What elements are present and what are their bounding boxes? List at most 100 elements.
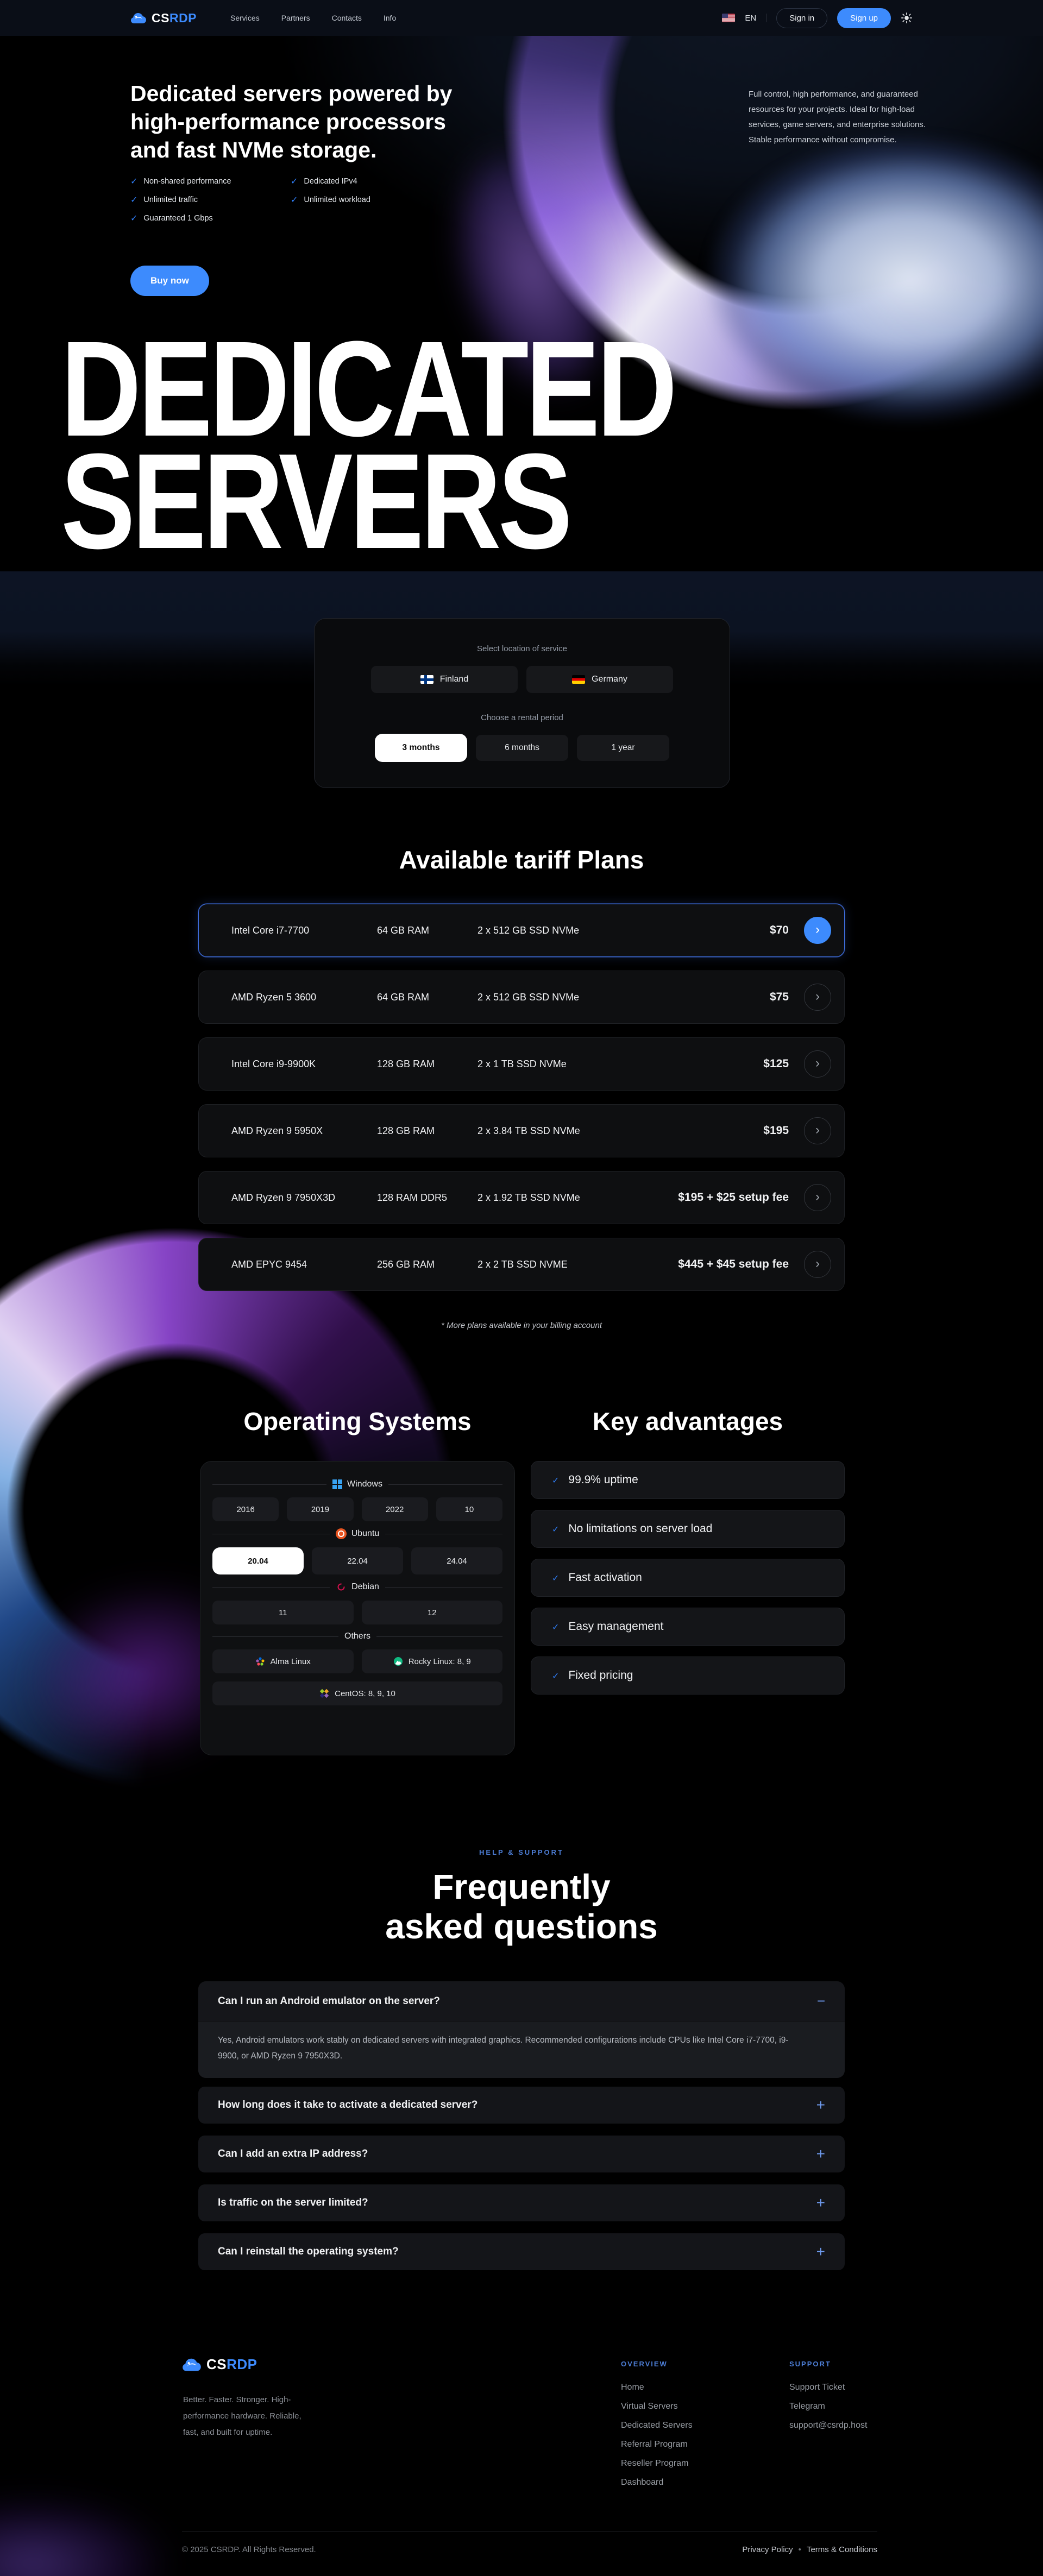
advantages-list: ✓99.9% uptime ✓No limitations on server … xyxy=(531,1461,845,1705)
plan-cpu: AMD EPYC 9454 xyxy=(231,1259,377,1270)
debian-version-buttons: 11 12 xyxy=(212,1601,502,1624)
footer-link-virtual-servers[interactable]: Virtual Servers xyxy=(621,2402,693,2411)
sign-up-button[interactable]: Sign up xyxy=(837,8,891,28)
brand-name: CSRDP xyxy=(152,11,197,26)
collapse-minus-icon[interactable]: − xyxy=(817,1993,825,2010)
hero-feature-list: ✓Non-shared performance ✓Unlimited traff… xyxy=(130,176,451,223)
footer-column-title: OVERVIEW xyxy=(621,2360,693,2368)
footer-link-telegram[interactable]: Telegram xyxy=(789,2402,867,2411)
plan-row[interactable]: AMD Ryzen 9 7950X3D 128 RAM DDR5 2 x 1.9… xyxy=(198,1171,845,1224)
chevron-right-icon: › xyxy=(815,989,820,1004)
location-germany-button[interactable]: Germany xyxy=(526,666,673,693)
tariff-plans-list: Intel Core i7-7700 64 GB RAM 2 x 512 GB … xyxy=(198,904,845,1305)
sign-in-button[interactable]: Sign in xyxy=(776,8,827,28)
faq-question[interactable]: How long does it take to activate a dedi… xyxy=(198,2087,845,2124)
top-navigation-bar: CSRDP Services Partners Contacts Info EN… xyxy=(0,0,1043,36)
ubuntu-group-label: Ubuntu xyxy=(212,1528,502,1539)
plan-price: $195 + $25 setup fee xyxy=(678,1191,789,1204)
buy-now-button[interactable]: Buy now xyxy=(130,266,209,296)
footer-link-dedicated-servers[interactable]: Dedicated Servers xyxy=(621,2421,693,2430)
footer-logo[interactable]: CSRDP xyxy=(182,2356,257,2373)
plan-ram: 128 RAM DDR5 xyxy=(377,1192,477,1204)
os-windows-2019-button[interactable]: 2019 xyxy=(287,1497,353,1521)
os-rocky-linux-button[interactable]: Rocky Linux: 8, 9 xyxy=(362,1649,503,1673)
plan-cpu: Intel Core i9-9900K xyxy=(231,1059,377,1070)
language-selector[interactable]: EN xyxy=(745,14,756,23)
ubuntu-icon xyxy=(336,1528,347,1539)
plan-order-button[interactable]: › xyxy=(804,1184,831,1211)
terms-conditions-link[interactable]: Terms & Conditions xyxy=(807,2545,877,2554)
plan-storage: 2 x 512 GB SSD NVMe xyxy=(477,925,770,936)
check-icon: ✓ xyxy=(130,194,137,205)
nav-services[interactable]: Services xyxy=(230,14,260,22)
theme-toggle-sun-icon[interactable] xyxy=(901,12,913,24)
privacy-policy-link[interactable]: Privacy Policy xyxy=(742,2545,793,2554)
hero-heading: Dedicated servers powered by high-perfor… xyxy=(130,79,452,164)
plan-row[interactable]: Intel Core i9-9900K 128 GB RAM 2 x 1 TB … xyxy=(198,1037,845,1091)
plan-row[interactable]: AMD Ryzen 9 5950X 128 GB RAM 2 x 3.84 TB… xyxy=(198,1104,845,1157)
advantage-item: ✓Easy management xyxy=(531,1608,845,1646)
nav-contacts[interactable]: Contacts xyxy=(332,14,362,22)
plan-ram: 128 GB RAM xyxy=(377,1059,477,1070)
period-1-year-button[interactable]: 1 year xyxy=(577,735,669,761)
check-icon: ✓ xyxy=(552,1475,559,1485)
plan-ram: 64 GB RAM xyxy=(377,925,477,936)
period-3-months-button[interactable]: 3 months xyxy=(375,734,467,762)
windows-version-buttons: 2016 2019 2022 10 xyxy=(212,1497,502,1521)
os-windows-2016-button[interactable]: 2016 xyxy=(212,1497,279,1521)
plan-order-button[interactable]: › xyxy=(804,984,831,1011)
plan-order-button[interactable]: › xyxy=(804,1050,831,1078)
brand-logo[interactable]: CSRDP xyxy=(130,11,197,26)
footer-support-column: SUPPORT Support Ticket Telegram support@… xyxy=(789,2360,867,2430)
plan-price: $70 xyxy=(770,924,789,937)
faq-question[interactable]: Is traffic on the server limited?+ xyxy=(198,2184,845,2221)
advantage-item: ✓No limitations on server load xyxy=(531,1510,845,1548)
period-6-months-button[interactable]: 6 months xyxy=(476,735,568,761)
plans-footnote: * More plans available in your billing a… xyxy=(0,1321,1043,1330)
plan-cpu: Intel Core i7-7700 xyxy=(231,925,377,936)
expand-plus-icon[interactable]: + xyxy=(816,2145,825,2163)
expand-plus-icon[interactable]: + xyxy=(816,2243,825,2260)
location-finland-button[interactable]: Finland xyxy=(371,666,518,693)
plan-order-button[interactable]: › xyxy=(804,917,831,944)
os-alma-linux-button[interactable]: Alma Linux xyxy=(212,1649,354,1673)
footer-link-support-ticket[interactable]: Support Ticket xyxy=(789,2383,867,2392)
faq-section-title: Frequently asked questions xyxy=(0,1867,1043,1947)
cloud-logo-icon xyxy=(182,2357,202,2372)
plan-row[interactable]: AMD EPYC 9454 256 GB RAM 2 x 2 TB SSD NV… xyxy=(198,1238,845,1291)
faq-question[interactable]: Can I add an extra IP address?+ xyxy=(198,2136,845,2172)
plan-storage: 2 x 3.84 TB SSD NVMe xyxy=(477,1125,763,1137)
check-icon: ✓ xyxy=(552,1622,559,1632)
footer-link-support-email[interactable]: support@csrdp.host xyxy=(789,2421,867,2430)
os-ubuntu-2204-button[interactable]: 22.04 xyxy=(312,1547,403,1574)
footer-link-dashboard[interactable]: Dashboard xyxy=(621,2478,693,2487)
location-label: Select location of service xyxy=(315,644,730,653)
advantages-section-title: Key advantages xyxy=(531,1407,845,1436)
plan-order-button[interactable]: › xyxy=(804,1251,831,1278)
faq-question[interactable]: Can I run an Android emulator on the ser… xyxy=(198,1981,845,2021)
plan-row[interactable]: AMD Ryzen 5 3600 64 GB RAM 2 x 512 GB SS… xyxy=(198,971,845,1024)
footer-link-referral-program[interactable]: Referral Program xyxy=(621,2440,693,2449)
expand-plus-icon[interactable]: + xyxy=(816,2096,825,2114)
plan-order-button[interactable]: › xyxy=(804,1117,831,1144)
debian-group-label: Debian xyxy=(212,1582,502,1592)
separator-dot: • xyxy=(799,2545,801,2554)
plans-section-title: Available tariff Plans xyxy=(0,845,1043,874)
os-windows-10-button[interactable]: 10 xyxy=(436,1497,502,1521)
faq-question[interactable]: Can I reinstall the operating system?+ xyxy=(198,2233,845,2270)
os-windows-2022-button[interactable]: 2022 xyxy=(362,1497,428,1521)
os-ubuntu-2404-button[interactable]: 24.04 xyxy=(411,1547,502,1574)
footer-link-reseller-program[interactable]: Reseller Program xyxy=(621,2459,693,2468)
plan-row[interactable]: Intel Core i7-7700 64 GB RAM 2 x 512 GB … xyxy=(198,904,845,957)
footer-link-home[interactable]: Home xyxy=(621,2383,693,2392)
os-debian-12-button[interactable]: 12 xyxy=(362,1601,503,1624)
nav-partners[interactable]: Partners xyxy=(281,14,310,22)
os-debian-11-button[interactable]: 11 xyxy=(212,1601,354,1624)
plan-storage: 2 x 2 TB SSD NVME xyxy=(477,1259,678,1270)
os-ubuntu-2004-button[interactable]: 20.04 xyxy=(212,1547,304,1574)
nav-info[interactable]: Info xyxy=(384,14,396,22)
os-centos-button[interactable]: CentOS: 8, 9, 10 xyxy=(212,1681,502,1705)
centos-icon xyxy=(319,1689,329,1698)
expand-plus-icon[interactable]: + xyxy=(816,2194,825,2212)
plan-price: $125 xyxy=(763,1057,789,1070)
